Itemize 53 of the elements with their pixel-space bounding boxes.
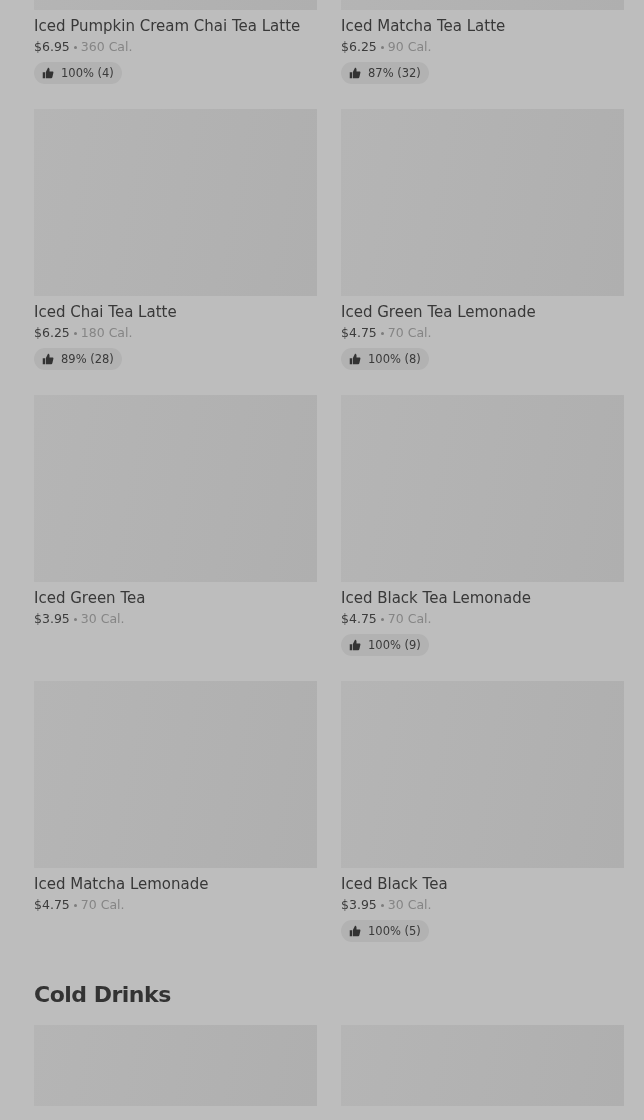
- item-price: $4.75: [34, 897, 70, 913]
- item-price: $4.75: [341, 325, 377, 341]
- item-price: $3.95: [34, 611, 70, 627]
- menu-item-card[interactable]: Iced Matcha Lemonade $4.75 70 Cal.: [34, 681, 317, 943]
- rating-text: 100% (9): [368, 637, 421, 653]
- item-name: Iced Black Tea Lemonade: [341, 588, 532, 608]
- item-calories: 90 Cal.: [387, 39, 432, 55]
- item-price: $6.25: [341, 39, 377, 55]
- item-calories: 30 Cal.: [80, 611, 125, 627]
- menu-item-card[interactable]: Iced Pumpkin Cream Chai Tea Latte $6.95 360 Cal. 100% (4): [34, 0, 317, 85]
- item-price: $6.95: [34, 39, 70, 55]
- separator-dot: [73, 903, 77, 907]
- menu-item-card[interactable]: Iced Green Tea $3.95 30 Cal.: [34, 395, 317, 657]
- thumbs-up-icon: [42, 67, 54, 79]
- item-name: Iced Matcha Tea Latte: [341, 16, 507, 36]
- item-calories: 360 Cal.: [80, 39, 133, 55]
- item-name: Iced Green Tea Lemonade: [341, 302, 537, 322]
- separator-dot: [73, 617, 77, 621]
- thumbs-up-icon: [42, 353, 54, 365]
- item-name: Iced Chai Tea Latte: [34, 302, 178, 322]
- separator-dot: [380, 617, 384, 621]
- rating-text: 100% (4): [61, 65, 114, 81]
- item-price: $3.95: [341, 897, 377, 913]
- thumbs-up-icon: [349, 925, 361, 937]
- item-calories: 70 Cal.: [387, 325, 432, 341]
- rating-text: 100% (8): [368, 351, 421, 367]
- item-name: Iced Matcha Lemonade: [34, 874, 210, 894]
- menu-item-card[interactable]: Iced Black Tea $3.95 30 Cal. 100% (5): [341, 681, 624, 943]
- separator-dot: [380, 903, 384, 907]
- separator-dot: [73, 331, 77, 335]
- menu-item-card[interactable]: Iced Matcha Tea Latte $6.25 90 Cal. 87% (32): [341, 0, 624, 85]
- item-name: Iced Black Tea: [341, 874, 449, 894]
- menu-item-card[interactable]: Iced Green Tea Lemonade $4.75 70 Cal. 100% (8): [341, 109, 624, 371]
- rating-text: 100% (5): [368, 923, 421, 939]
- thumbs-up-icon: [349, 353, 361, 365]
- menu-item-card[interactable]: Iced Black Tea Lemonade $4.75 70 Cal. 100% (9): [341, 395, 624, 657]
- separator-dot: [380, 45, 384, 49]
- item-calories: 70 Cal.: [387, 611, 432, 627]
- item-calories: 30 Cal.: [387, 897, 432, 913]
- section-heading: Cold Drinks: [34, 981, 172, 1009]
- menu-item-card[interactable]: Iced Chai Tea Latte $6.25 180 Cal. 89% (28): [34, 109, 317, 371]
- item-price: $6.25: [34, 325, 70, 341]
- item-name: Iced Pumpkin Cream Chai Tea Latte: [34, 16, 302, 36]
- thumbs-up-icon: [349, 67, 361, 79]
- item-calories: 180 Cal.: [80, 325, 133, 341]
- separator-dot: [73, 45, 77, 49]
- item-price: $4.75: [341, 611, 377, 627]
- item-name: Iced Green Tea: [34, 588, 147, 608]
- separator-dot: [380, 331, 384, 335]
- item-calories: 70 Cal.: [80, 897, 125, 913]
- thumbs-up-icon: [349, 639, 361, 651]
- rating-text: 89% (28): [61, 351, 114, 367]
- rating-text: 87% (32): [368, 65, 421, 81]
